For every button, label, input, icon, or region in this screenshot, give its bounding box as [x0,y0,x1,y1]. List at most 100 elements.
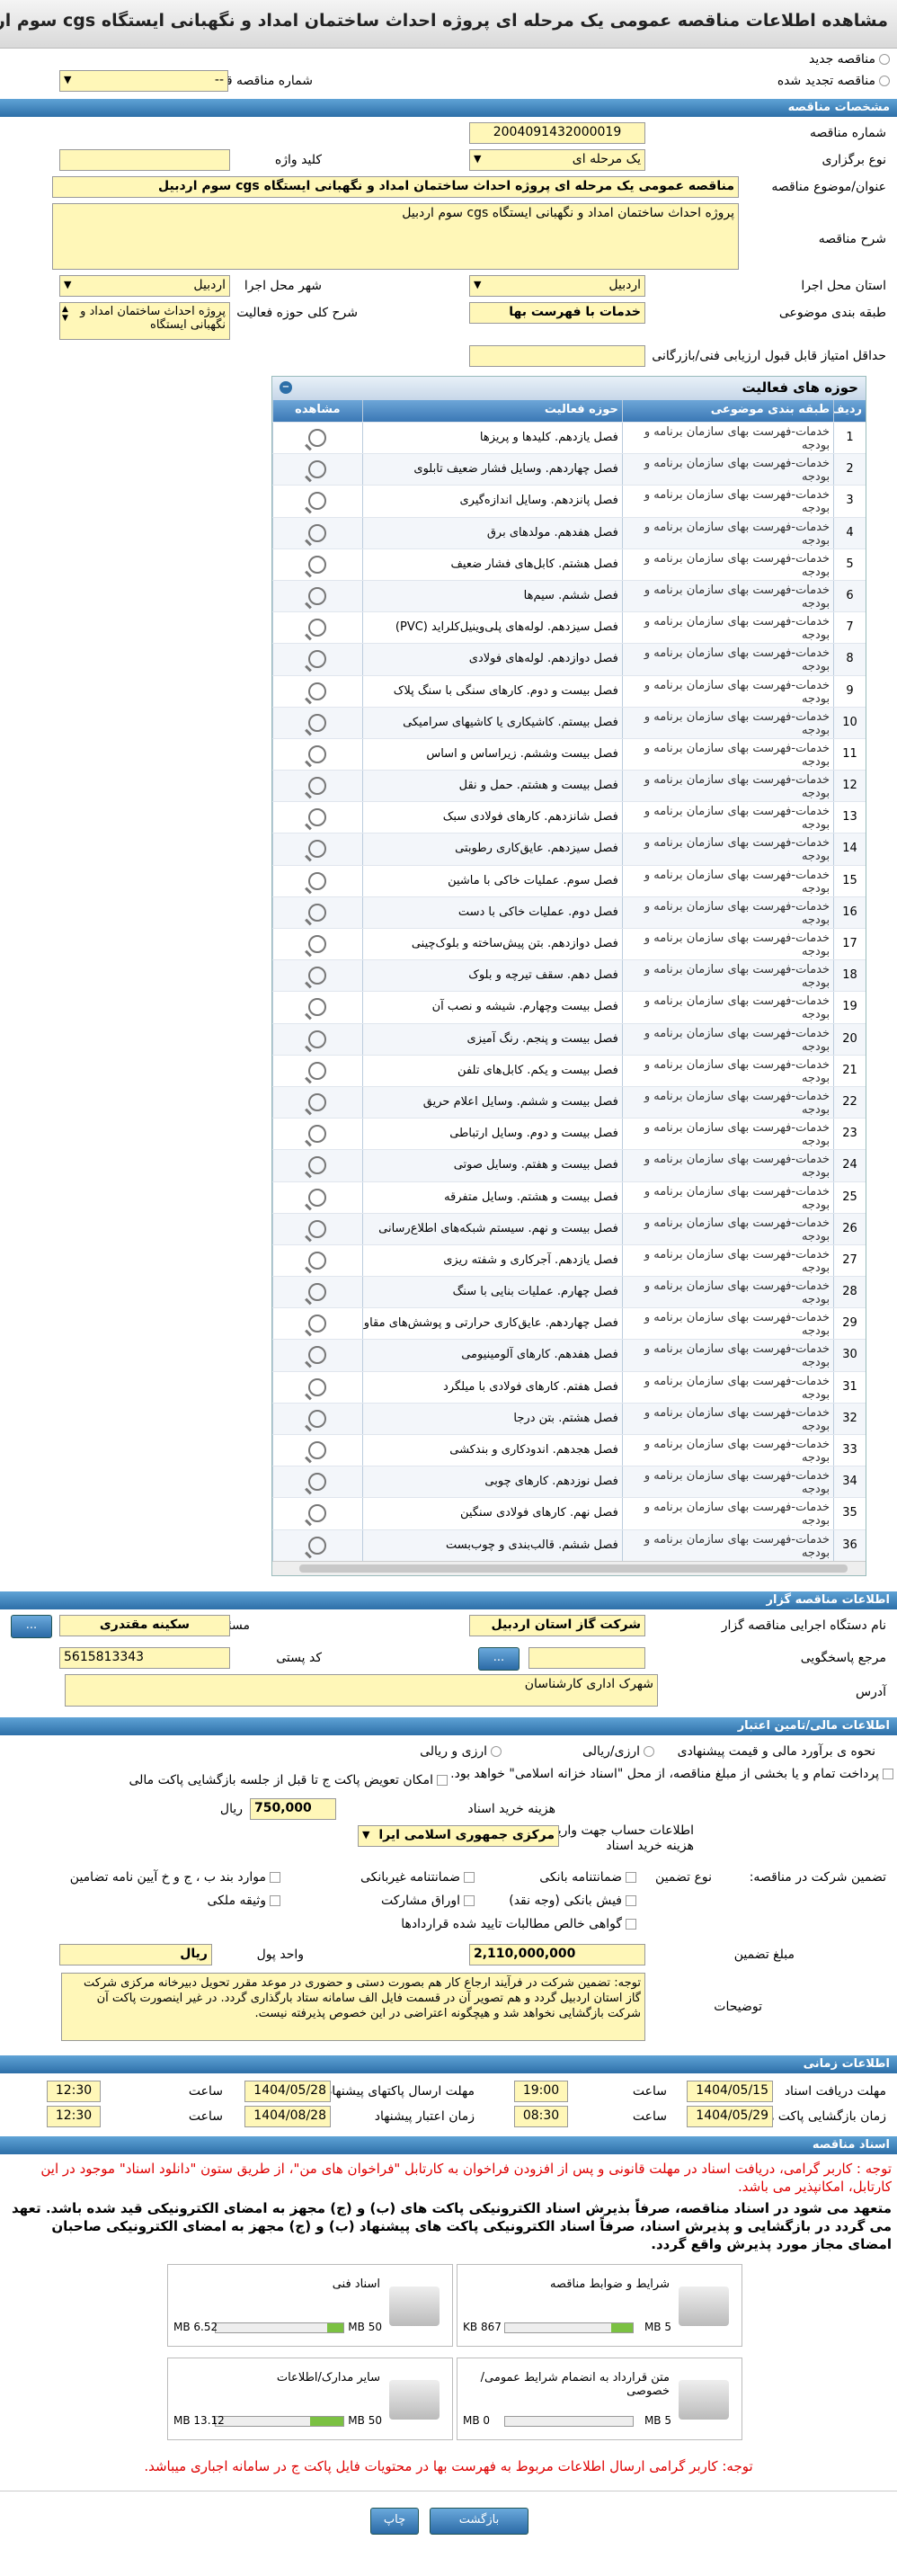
magnifier-icon[interactable] [308,967,327,985]
magnifier-icon[interactable] [308,1156,327,1175]
g-opt-4[interactable]: اوراق مشارکت [381,1894,475,1908]
scope-list[interactable]: پروژه احداث ساختمان امداد و نگهبانی ایست… [59,302,230,340]
desc-field[interactable]: پروژه احداث ساختمان امداد و نگهبانی ایست… [52,203,739,270]
magnifier-icon[interactable] [308,1030,327,1048]
get-date[interactable]: 1404/05/15 [687,2081,773,2102]
prev-number-select[interactable]: ▼ -- [59,70,228,92]
type-select[interactable]: ▼ یک مرحله ای [469,149,645,171]
magnifier-icon[interactable] [308,935,327,953]
ref-field[interactable] [528,1647,645,1669]
magnifier-icon[interactable] [308,1377,327,1396]
magnifier-icon[interactable] [308,1188,327,1207]
magnifier-icon[interactable] [308,1409,327,1428]
magnifier-icon[interactable] [308,1473,327,1492]
row-view[interactable] [272,1181,362,1213]
keyword-field[interactable] [59,149,230,171]
row-view[interactable] [272,1529,362,1561]
magnifier-icon[interactable] [308,650,327,669]
row-view[interactable] [272,833,362,865]
row-view[interactable] [272,738,362,771]
get-time[interactable]: 19:00 [514,2081,568,2102]
magnifier-icon[interactable] [308,1346,327,1365]
open-date[interactable]: 1404/05/29 [687,2106,773,2127]
g-opt-3[interactable]: فیش بانکی (وجه نقد) [509,1894,636,1908]
radio-arz[interactable]: ارزی و ریالی [420,1744,502,1759]
magnifier-icon[interactable] [308,492,327,511]
doc-box-3[interactable]: سایر مدارک/اطلاعات 50 MB 13.12 MB [167,2358,453,2440]
magnifier-icon[interactable] [308,1504,327,1523]
magnifier-icon[interactable] [308,1251,327,1270]
magnifier-icon[interactable] [308,1536,327,1555]
g-opt-0[interactable]: ضمانتنامه بانکی [539,1870,636,1885]
row-view[interactable] [272,1371,362,1403]
swap-check[interactable]: امکان تعویض پاکت ج تا قبل از جلسه بازگشا… [129,1773,448,1787]
row-view[interactable] [272,707,362,738]
row-view[interactable] [272,548,362,580]
open-time[interactable]: 08:30 [514,2106,568,2127]
magnifier-icon[interactable] [308,1061,327,1080]
row-view[interactable] [272,960,362,992]
subject-field[interactable]: مناقصه عمومی یک مرحله ای پروژه احداث ساخ… [52,176,739,198]
row-view[interactable] [272,1435,362,1466]
row-view[interactable] [272,1403,362,1434]
row-view[interactable] [272,612,362,644]
minscore-field[interactable] [469,345,645,367]
magnifier-icon[interactable] [308,619,327,637]
magnifier-icon[interactable] [308,460,327,479]
addr-field[interactable]: شهرک اداری کارشناسان [65,1674,658,1707]
g-opt-5[interactable]: وثیقه ملکی [208,1894,280,1908]
magnifier-icon[interactable] [308,744,327,763]
send-date[interactable]: 1404/05/28 [244,2081,331,2102]
row-view[interactable] [272,1150,362,1181]
row-view[interactable] [272,1498,362,1529]
scroll-thumb[interactable] [299,1564,848,1573]
doc-box-1[interactable]: اسناد فنی 50 MB 6.52 MB [167,2264,453,2347]
col-scope[interactable]: حوزه فعالیت [361,400,622,422]
print-button[interactable]: چاپ [370,2508,419,2535]
row-view[interactable] [272,1023,362,1055]
magnifier-icon[interactable] [308,713,327,732]
magnifier-icon[interactable] [308,555,327,574]
row-view[interactable] [272,517,362,548]
category-field[interactable]: خدمات با فهرست بها [469,302,645,324]
magnifier-icon[interactable] [308,586,327,605]
row-view[interactable] [272,580,362,612]
magnifier-icon[interactable] [308,1092,327,1111]
ref-pick-button[interactable]: ... [478,1647,520,1671]
col-index[interactable]: ردیف [833,400,866,422]
magnifier-icon[interactable] [308,523,327,542]
radio-renewed[interactable]: مناقصه تجدید شده [777,74,890,88]
radio-new[interactable]: مناقصه جدید [809,52,890,67]
magnifier-icon[interactable] [308,1125,327,1144]
magnifier-icon[interactable] [308,840,327,859]
collapse-icon[interactable]: − [280,381,292,394]
doc-box-2[interactable]: متن قرارداد به انضمام شرایط عمومی/خصوصی 5… [457,2358,742,2440]
magnifier-icon[interactable] [308,998,327,1017]
row-view[interactable] [272,1244,362,1277]
magnifier-icon[interactable] [308,682,327,700]
acct-select[interactable]: ▼ مرکزی جمهوری اسلامی ایرا [358,1825,559,1847]
row-view[interactable] [272,1119,362,1150]
postal-field[interactable]: 5615813343 [59,1647,230,1669]
city-select[interactable]: ▼ اردبیل [59,275,230,297]
valid-date[interactable]: 1404/08/28 [244,2106,331,2127]
row-view[interactable] [272,929,362,960]
row-view[interactable] [272,771,362,802]
g-opt-2[interactable]: موارد بند ب ، ج و خ آیین نامه تضامین [70,1870,280,1885]
row-view[interactable] [272,1277,362,1308]
magnifier-icon[interactable] [308,903,327,922]
province-select[interactable]: ▼ اردبیل [469,275,645,297]
g-opt-6[interactable]: گواهی خالص مطالبات تایید شده قراردادها [401,1917,636,1931]
row-view[interactable] [272,1340,362,1371]
row-view[interactable] [272,454,362,486]
magnifier-icon[interactable] [308,808,327,827]
row-view[interactable] [272,992,362,1023]
radio-rial[interactable]: ارزی/ریالی [582,1744,654,1759]
grid-hscroll[interactable] [272,1560,866,1575]
row-view[interactable] [272,865,362,896]
row-view[interactable] [272,1055,362,1086]
magnifier-icon[interactable] [308,1441,327,1459]
row-view[interactable] [272,675,362,707]
magnifier-icon[interactable] [308,1315,327,1333]
col-view[interactable]: مشاهده [272,400,362,422]
